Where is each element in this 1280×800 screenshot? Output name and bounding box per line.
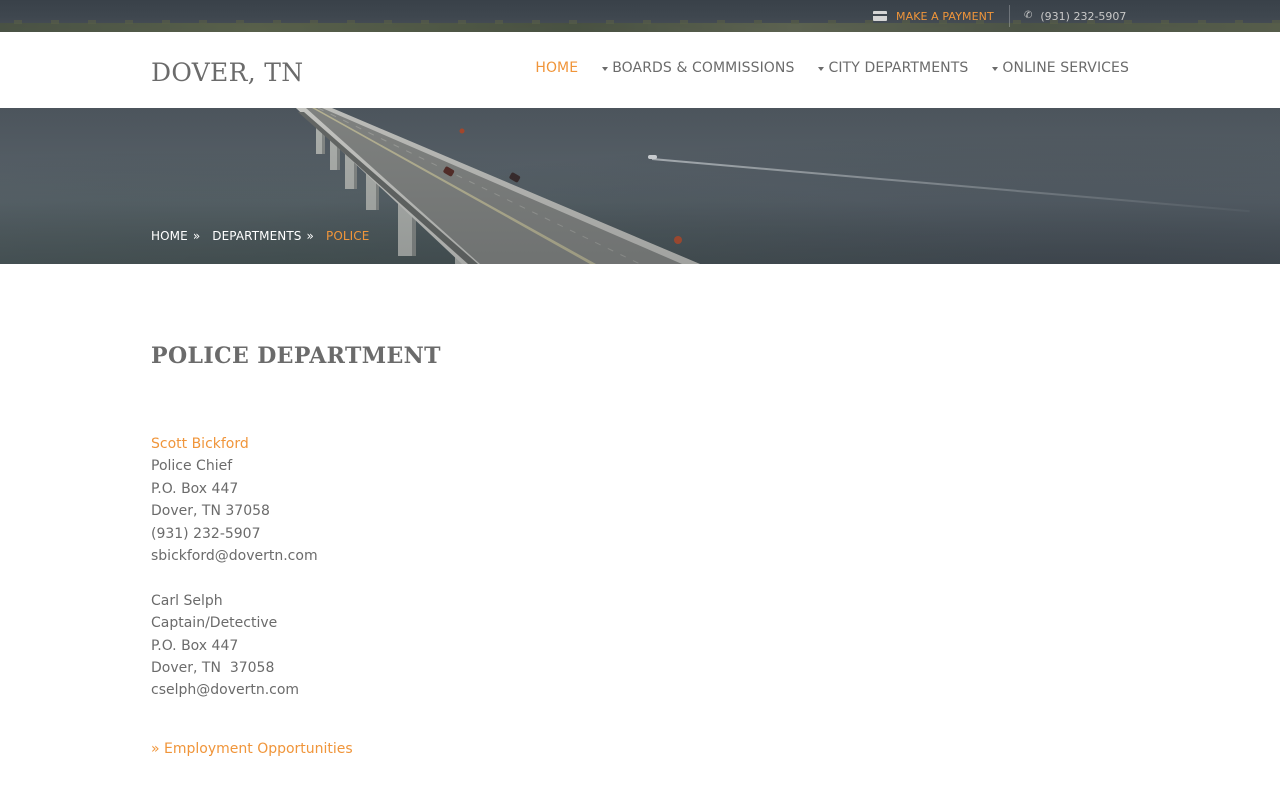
breadcrumb: HOME » DEPARTMENTS » POLICE: [151, 229, 369, 243]
employment-opportunities-link[interactable]: » Employment Opportunities: [151, 741, 353, 757]
phone-icon: ✆: [1024, 10, 1033, 21]
contact-name-link[interactable]: Scott Bickford: [151, 433, 318, 455]
breadcrumb-separator: »: [306, 229, 314, 243]
caret-down-icon: [818, 66, 825, 71]
main-nav: HOME BOARDS & COMMISSIONS CITY DEPARTMEN…: [535, 60, 1129, 76]
topbar-divider: [1009, 5, 1010, 27]
nav-item-boards-commissions[interactable]: BOARDS & COMMISSIONS: [602, 60, 794, 76]
nav-item-home[interactable]: HOME: [535, 60, 578, 76]
contact-email: cselph@dovertn.com: [151, 682, 300, 699]
contact-address: P.O. Box 447: [151, 480, 239, 497]
contact-city: Dover, TN 37058: [151, 503, 270, 520]
nav-item-city-departments[interactable]: CITY DEPARTMENTS: [818, 60, 968, 76]
nav-item-label: CITY DEPARTMENTS: [828, 60, 969, 76]
contact-title: Captain/Detective: [151, 615, 278, 632]
contact-name: Carl Selph: [151, 592, 223, 609]
breadcrumb-separator: »: [192, 229, 201, 243]
contact-email: sbickford@dovertn.com: [151, 548, 318, 565]
hero-banner: HOME » DEPARTMENTS » POLICE: [0, 108, 1280, 264]
nav-item-label: BOARDS & COMMISSIONS: [612, 60, 795, 76]
banner-image-strip: [0, 20, 1280, 32]
topbar-phone: ✆ (931) 232-5907: [1024, 8, 1126, 24]
page-title: POLICE DEPARTMENT: [151, 343, 441, 369]
topbar-phone-number: (931) 232-5907: [1040, 9, 1127, 23]
nav-item-label: HOME: [535, 60, 579, 76]
contact-card: Carl Selph Captain/Detective P.O. Box 44…: [151, 590, 318, 702]
contact-city: Dover, TN 37058: [151, 660, 275, 677]
top-utility-bar: MAKE A PAYMENT ✆ (931) 232-5907: [0, 0, 1280, 32]
breadcrumb-home[interactable]: HOME: [151, 229, 188, 243]
contact-address: P.O. Box 447: [151, 637, 239, 654]
contact-card: Scott Bickford Police Chief P.O. Box 447…: [151, 433, 318, 567]
make-payment-link[interactable]: MAKE A PAYMENT: [873, 8, 994, 24]
make-payment-label: MAKE A PAYMENT: [896, 9, 994, 23]
breadcrumb-current-police: POLICE: [325, 229, 370, 243]
nav-item-online-services[interactable]: ONLINE SERVICES: [992, 60, 1129, 76]
site-logo[interactable]: DOVER, TN: [151, 58, 303, 87]
caret-down-icon: [602, 66, 609, 71]
nav-item-label: ONLINE SERVICES: [1002, 60, 1129, 76]
breadcrumb-departments[interactable]: DEPARTMENTS: [212, 229, 301, 243]
contact-list: Scott Bickford Police Chief P.O. Box 447…: [151, 433, 318, 702]
contact-title: Police Chief: [151, 458, 233, 475]
site-header: DOVER, TN HOME BOARDS & COMMISSIONS CITY…: [0, 32, 1280, 108]
contact-phone: (931) 232-5907: [151, 525, 261, 542]
credit-card-icon: [873, 11, 887, 21]
caret-down-icon: [992, 66, 999, 71]
